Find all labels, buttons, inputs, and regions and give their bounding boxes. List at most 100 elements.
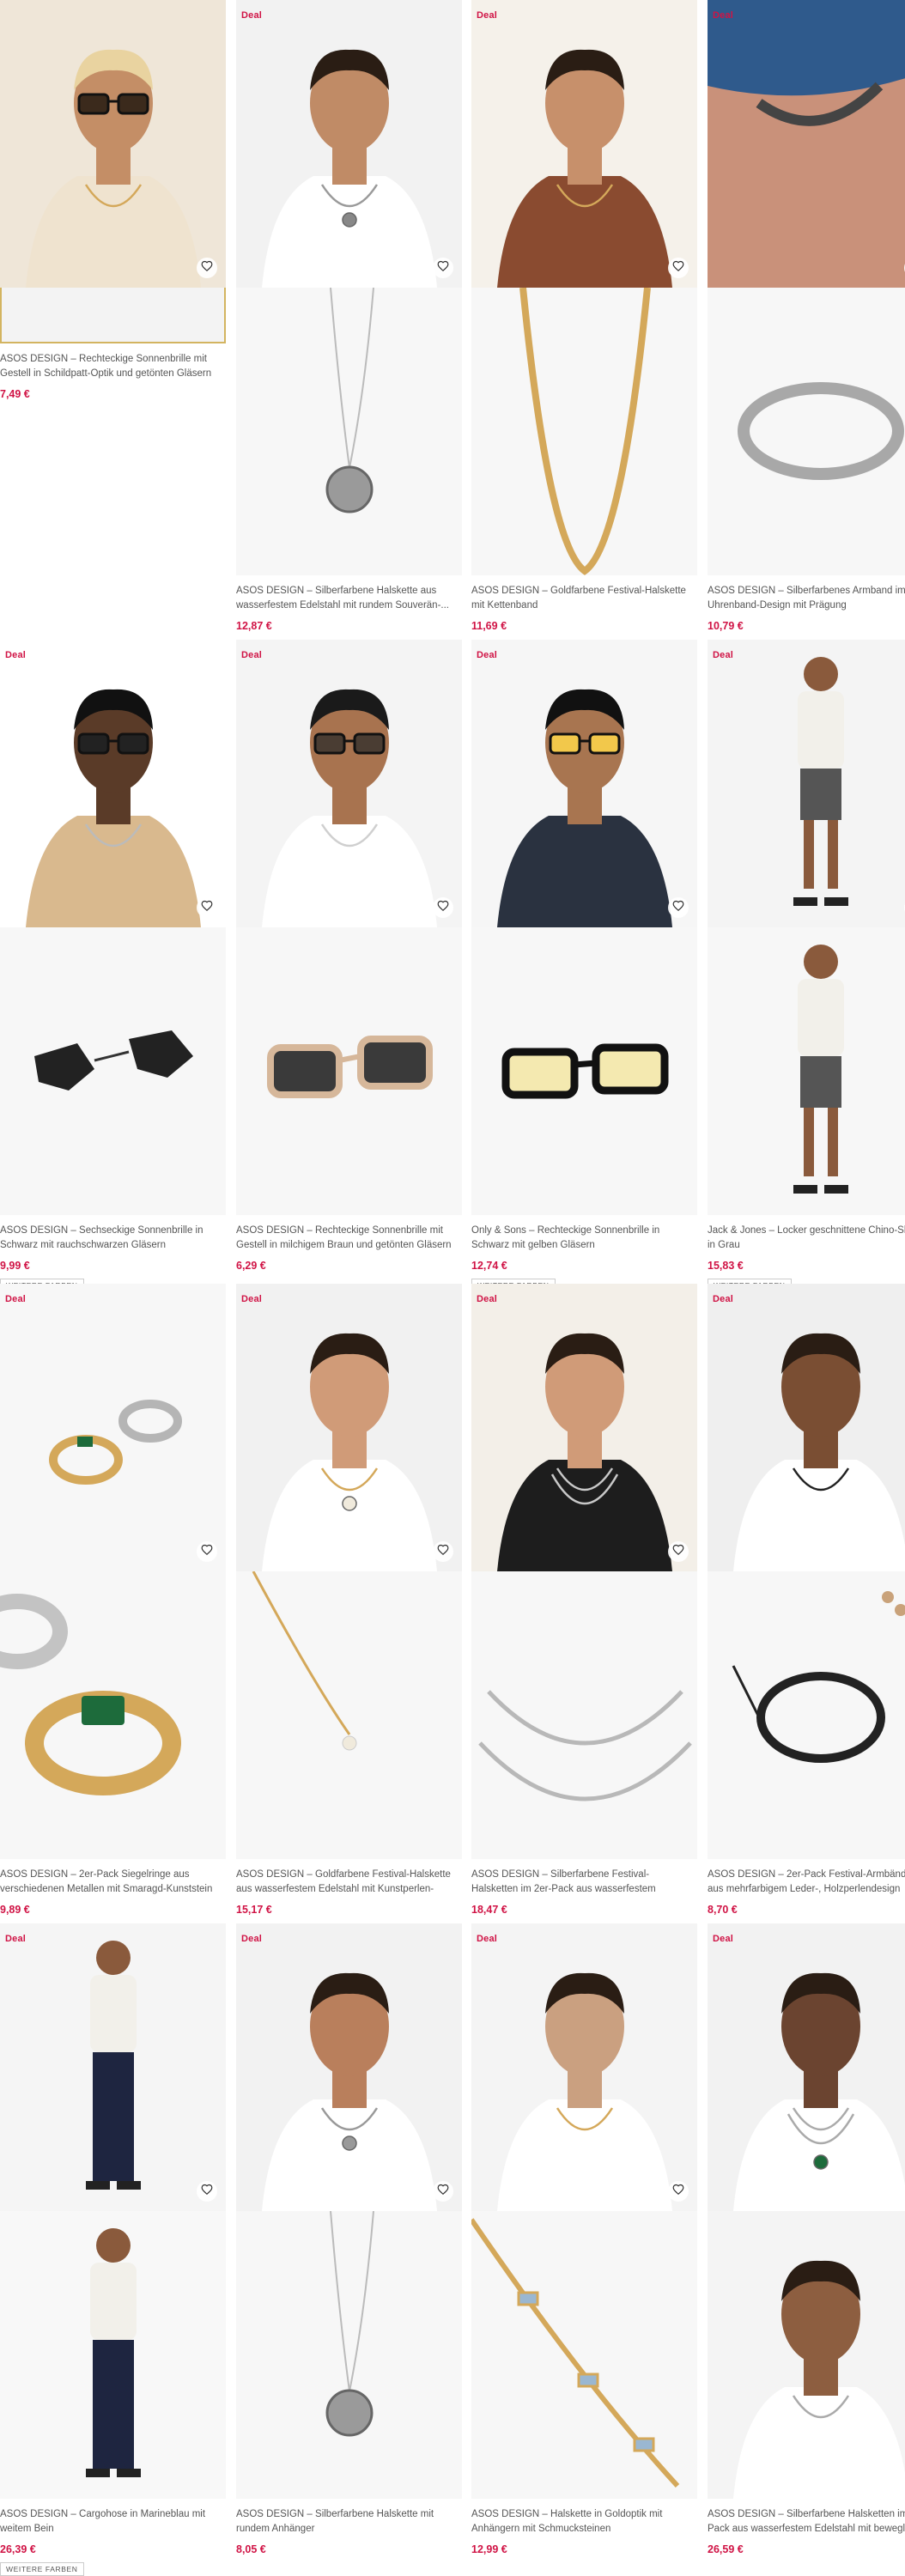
product-image[interactable] — [0, 1284, 226, 1571]
product-image-alt[interactable] — [236, 1571, 462, 1859]
product-image-gallery[interactable]: Deal — [236, 0, 462, 575]
heart-icon — [437, 900, 449, 916]
save-for-later-button[interactable] — [197, 897, 217, 918]
product-card[interactable]: Deal Jack & Jones – Locker geschnittene C… — [708, 640, 905, 1292]
product-image-gallery[interactable]: Deal — [0, 1923, 226, 2499]
product-title[interactable]: ASOS DESIGN – Cargohose in Marineblau mi… — [0, 2507, 226, 2537]
product-card[interactable]: Deal ASOS DESIGN – 2er-Pack Siegelringe a… — [0, 1284, 226, 1916]
product-image[interactable] — [471, 1923, 697, 2211]
product-image-alt[interactable] — [236, 2211, 462, 2499]
product-image-alt[interactable] — [0, 2211, 226, 2499]
product-card[interactable]: Deal ASOS DESIGN – Silberfarbene Halskett… — [236, 1923, 462, 2555]
product-image-gallery[interactable]: Deal — [708, 1284, 905, 1859]
deal-badge: Deal — [5, 650, 27, 660]
product-image[interactable] — [708, 640, 905, 927]
product-card[interactable]: Deal ASOS DESIGN – Goldfarbene Festival-H… — [236, 1284, 462, 1916]
product-card[interactable]: ASOS DESIGN – Rechteckige Sonnenbrille m… — [0, 0, 226, 400]
product-title[interactable]: ASOS DESIGN – Sechseckige Sonnenbrille i… — [0, 1224, 226, 1253]
product-card[interactable]: Deal ASOS DESIGN – Silberfarbene Halskett… — [236, 0, 462, 632]
product-card[interactable]: Deal Only & Sons – Rechteckige Sonnenbril… — [471, 640, 697, 1292]
product-title[interactable]: ASOS DESIGN – Rechteckige Sonnenbrille m… — [0, 352, 226, 381]
product-image-alt[interactable] — [0, 1571, 226, 1859]
product-image-gallery[interactable]: Deal — [708, 0, 905, 575]
product-image[interactable] — [0, 640, 226, 927]
save-for-later-button[interactable] — [197, 2181, 217, 2202]
product-price: 8,05 € — [236, 2543, 266, 2555]
product-title[interactable]: ASOS DESIGN – Goldfarbene Festival-Halsk… — [471, 584, 697, 613]
product-price: 9,99 € — [0, 1260, 30, 1272]
product-image-alt[interactable] — [0, 927, 226, 1215]
product-image-gallery[interactable]: Deal — [471, 1923, 697, 2499]
product-image-alt[interactable] — [471, 1571, 697, 1859]
product-image-alt[interactable] — [236, 288, 462, 575]
product-image[interactable] — [236, 1284, 462, 1571]
more-colors-label[interactable]: WEITERE FARBEN — [0, 2562, 84, 2576]
product-image-alt[interactable] — [708, 288, 905, 575]
product-image-gallery[interactable]: Deal — [0, 1284, 226, 1859]
product-title[interactable]: ASOS DESIGN – Halskette in Goldoptik mit… — [471, 2507, 697, 2537]
product-image-gallery[interactable]: Deal — [471, 1284, 697, 1859]
product-image-gallery[interactable]: Deal — [708, 1923, 905, 2499]
save-for-later-button[interactable] — [668, 2181, 689, 2202]
product-image-alt[interactable] — [471, 927, 697, 1215]
product-card[interactable]: Deal ASOS DESIGN – Goldfarbene Festival-H… — [471, 0, 697, 632]
product-image[interactable] — [471, 0, 697, 288]
product-title[interactable]: ASOS DESIGN – Silberfarbenes Armband im … — [708, 584, 905, 613]
product-image-alt[interactable] — [708, 1571, 905, 1859]
product-image[interactable] — [471, 1284, 697, 1571]
product-image[interactable] — [708, 0, 905, 288]
product-card[interactable]: Deal ASOS DESIGN – 2er-Pack Festival-Armb… — [708, 1284, 905, 1916]
save-for-later-button[interactable] — [433, 2181, 453, 2202]
product-image-gallery[interactable]: Deal — [708, 640, 905, 1215]
save-for-later-button[interactable] — [433, 897, 453, 918]
product-title[interactable]: ASOS DESIGN – Silberfarbene Halskette au… — [236, 584, 462, 613]
product-title[interactable]: ASOS DESIGN – 2er-Pack Siegelringe aus v… — [0, 1868, 226, 1897]
save-for-later-button[interactable] — [668, 1541, 689, 1562]
product-image[interactable] — [236, 1923, 462, 2211]
product-image[interactable] — [471, 640, 697, 927]
save-for-later-button[interactable] — [197, 258, 217, 278]
product-image-gallery[interactable]: Deal — [236, 1923, 462, 2499]
product-title[interactable]: ASOS DESIGN – Silberfarbene Halsketten i… — [708, 2507, 905, 2537]
save-for-later-button[interactable] — [668, 897, 689, 918]
product-title[interactable]: ASOS DESIGN – Silberfarbene Festival-Hal… — [471, 1868, 697, 1897]
product-image-gallery[interactable]: Deal — [471, 640, 697, 1215]
product-card[interactable]: Deal ASOS DESIGN – Halskette in Goldoptik… — [471, 1923, 697, 2555]
product-title[interactable]: ASOS DESIGN – Goldfarbene Festival-Halsk… — [236, 1868, 462, 1897]
product-title[interactable]: ASOS DESIGN – 2er-Pack Festival-Armbände… — [708, 1868, 905, 1897]
product-image-alt[interactable] — [236, 927, 462, 1215]
save-for-later-button[interactable] — [197, 1541, 217, 1562]
product-card[interactable]: Deal ASOS DESIGN – Silberfarbene Festival… — [471, 1284, 697, 1916]
product-image-gallery[interactable]: Deal — [471, 0, 697, 575]
heart-icon — [201, 260, 213, 276]
product-price: 8,70 € — [708, 1904, 738, 1916]
product-title[interactable]: ASOS DESIGN – Rechteckige Sonnenbrille m… — [236, 1224, 462, 1253]
product-image[interactable] — [0, 1923, 226, 2211]
product-image-gallery[interactable] — [0, 0, 226, 343]
product-card[interactable]: Deal ASOS DESIGN – Sechseckige Sonnenbril… — [0, 640, 226, 1292]
product-image[interactable] — [708, 1923, 905, 2211]
deal-badge: Deal — [713, 10, 734, 21]
product-card[interactable]: Deal ASOS DESIGN – Cargohose in Marinebla… — [0, 1923, 226, 2576]
product-card[interactable]: Deal ASOS DESIGN – Silberfarbenes Armband… — [708, 0, 905, 632]
product-image[interactable] — [708, 1284, 905, 1571]
product-image[interactable] — [236, 640, 462, 927]
product-title[interactable]: Only & Sons – Rechteckige Sonnenbrille i… — [471, 1224, 697, 1253]
product-title[interactable]: ASOS DESIGN – Silberfarbene Halskette mi… — [236, 2507, 462, 2537]
product-image-alt[interactable] — [708, 927, 905, 1215]
product-image-gallery[interactable]: Deal — [236, 640, 462, 1215]
product-image[interactable] — [236, 0, 462, 288]
product-image-alt[interactable] — [708, 2211, 905, 2499]
deal-badge: Deal — [713, 1934, 734, 1944]
product-image[interactable] — [0, 0, 226, 288]
product-card[interactable]: Deal ASOS DESIGN – Silberfarbene Halskett… — [708, 1923, 905, 2555]
product-title[interactable]: Jack & Jones – Locker geschnittene Chino… — [708, 1224, 905, 1253]
product-image-gallery[interactable]: Deal — [236, 1284, 462, 1859]
save-for-later-button[interactable] — [433, 258, 453, 278]
product-card[interactable]: Deal ASOS DESIGN – Rechteckige Sonnenbril… — [236, 640, 462, 1272]
product-image-alt[interactable] — [471, 2211, 697, 2499]
save-for-later-button[interactable] — [668, 258, 689, 278]
save-for-later-button[interactable] — [433, 1541, 453, 1562]
product-image-alt[interactable] — [471, 288, 697, 575]
product-image-gallery[interactable]: Deal — [0, 640, 226, 1215]
